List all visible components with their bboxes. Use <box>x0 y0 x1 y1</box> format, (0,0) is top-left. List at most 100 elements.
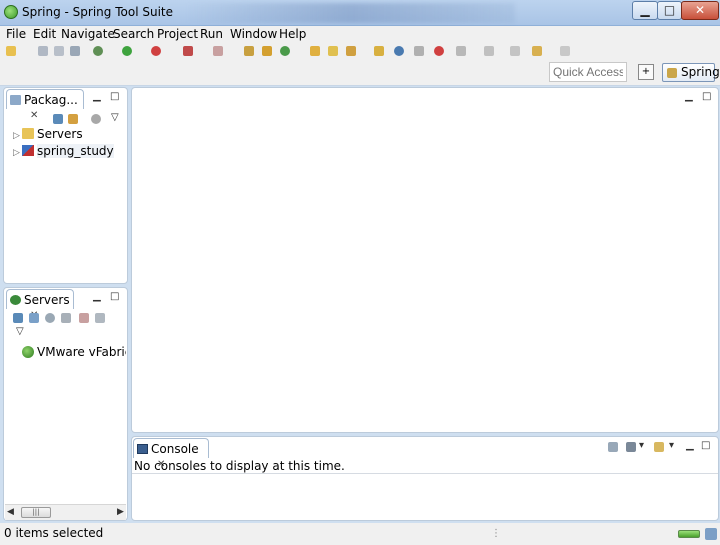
focus-icon[interactable] <box>91 114 101 124</box>
open-task-icon[interactable] <box>374 46 384 56</box>
next-annotation-icon[interactable] <box>456 46 466 56</box>
previous-annotation-icon[interactable] <box>484 46 494 56</box>
folder-icon <box>22 128 34 139</box>
tree-item-servers[interactable]: ▷ Servers <box>13 127 83 141</box>
servers-icon <box>10 295 21 305</box>
menu-bar: File Edit Navigate Search Project Run Wi… <box>0 26 720 44</box>
tab-console[interactable]: Console ✕ <box>133 438 209 470</box>
open-folder-icon[interactable] <box>328 46 338 56</box>
console-message: No consoles to display at this time. <box>134 459 345 473</box>
tab-package-explorer[interactable]: Packag... ✕ <box>6 89 84 121</box>
servers-tab-label: Servers <box>24 293 70 307</box>
menu-help[interactable]: Help <box>279 27 306 41</box>
display-console-icon[interactable] <box>626 442 636 452</box>
start-server-icon[interactable] <box>45 313 55 323</box>
menu-navigate[interactable]: Navigate <box>61 27 115 41</box>
save-all-icon[interactable] <box>54 46 64 56</box>
expand-arrow-icon[interactable]: ▷ <box>13 131 22 141</box>
open-console-icon[interactable] <box>654 442 664 452</box>
dropdown-icon[interactable]: ▾ <box>639 440 644 451</box>
debug-icon[interactable] <box>151 46 161 56</box>
external-tools-icon[interactable] <box>213 46 223 56</box>
vfabric-server-icon <box>22 346 34 358</box>
maximize-view-icon[interactable]: □ <box>110 91 119 102</box>
notification-icon[interactable] <box>705 528 717 540</box>
minimize-view-icon[interactable]: ▁ <box>93 91 101 102</box>
menu-project[interactable]: Project <box>157 27 198 41</box>
last-edit-icon[interactable] <box>510 46 520 56</box>
menu-search[interactable]: Search <box>113 27 154 41</box>
maximize-button[interactable]: □ <box>657 1 682 20</box>
title-bar: Spring - Spring Tool Suite ▁ □ ✕ <box>0 0 720 26</box>
globe-icon[interactable] <box>394 46 404 56</box>
menu-edit[interactable]: Edit <box>33 27 56 41</box>
open-type-icon[interactable] <box>310 46 320 56</box>
new-package-icon[interactable] <box>262 46 272 56</box>
scroll-right-icon[interactable]: ▶ <box>117 507 124 517</box>
link-with-editor-icon[interactable] <box>68 114 78 124</box>
perspective-label: Spring <box>681 65 720 79</box>
maximize-editor-icon[interactable]: □ <box>702 91 711 102</box>
window-title: Spring - Spring Tool Suite <box>22 5 173 19</box>
status-text: 0 items selected <box>4 526 104 540</box>
heap-status-icon[interactable] <box>678 530 700 538</box>
servers-view: Servers ✕ ▁ □ ▽ VMware vFabric tc ◀ ||| … <box>3 287 128 521</box>
close-icon[interactable]: ✕ <box>30 110 38 121</box>
close-button[interactable]: ✕ <box>681 1 719 20</box>
minimize-view-icon[interactable]: ▁ <box>93 291 101 302</box>
minimize-view-icon[interactable]: ▁ <box>686 440 694 451</box>
minimize-button[interactable]: ▁ <box>632 1 658 20</box>
open-perspective-icon[interactable]: + <box>638 64 654 80</box>
view-menu-icon[interactable]: ▽ <box>111 112 119 123</box>
minimize-editor-icon[interactable]: ▁ <box>685 91 693 102</box>
status-grip: ⋮ <box>491 528 501 539</box>
publish-icon[interactable] <box>95 313 105 323</box>
pin-console-icon[interactable] <box>608 442 618 452</box>
run-icon[interactable] <box>122 46 132 56</box>
forward-arrow-icon[interactable] <box>560 46 570 56</box>
collapse-all-icon[interactable] <box>13 313 23 323</box>
expand-arrow-icon[interactable]: ▷ <box>13 148 22 158</box>
web-project-icon <box>22 145 34 156</box>
perspective-spring-button[interactable]: Spring <box>662 63 720 82</box>
new-java-project-icon[interactable] <box>244 46 254 56</box>
scroll-thumb[interactable]: ||| <box>21 507 51 518</box>
settings-gear-icon[interactable] <box>93 46 103 56</box>
menu-run[interactable]: Run <box>200 27 223 41</box>
maximize-view-icon[interactable]: □ <box>701 440 710 451</box>
tree-item-spring-study[interactable]: ▷ spring_study <box>13 144 114 158</box>
back-arrow-icon[interactable] <box>532 46 542 56</box>
menu-file[interactable]: File <box>6 27 26 41</box>
pin-icon[interactable] <box>414 46 424 56</box>
debug-server-icon[interactable] <box>29 313 39 323</box>
view-menu-icon[interactable]: ▽ <box>16 326 24 337</box>
package-explorer-icon <box>10 95 21 105</box>
quick-access-input[interactable] <box>549 62 627 82</box>
new-class-icon[interactable] <box>280 46 290 56</box>
stop-server-icon[interactable] <box>79 313 89 323</box>
print-icon[interactable] <box>70 46 80 56</box>
new-icon[interactable] <box>6 46 16 56</box>
console-icon <box>137 444 148 454</box>
dropdown-icon[interactable]: ▾ <box>669 440 674 451</box>
menu-window[interactable]: Window <box>230 27 277 41</box>
console-divider <box>132 473 718 474</box>
collapse-all-icon[interactable] <box>53 114 63 124</box>
tree-item-label: spring_study <box>37 144 114 158</box>
console-tabbar: Console ✕ ▾ ▾ ▁ □ <box>132 437 718 470</box>
maximize-view-icon[interactable]: □ <box>110 291 119 302</box>
tab-servers[interactable]: Servers ✕ <box>6 289 74 321</box>
console-tab-label: Console <box>151 442 199 456</box>
search-icon[interactable] <box>346 46 356 56</box>
tree-item-label: Servers <box>37 127 83 141</box>
scroll-left-icon[interactable]: ◀ <box>7 507 14 517</box>
server-entry-label: VMware vFabric tc <box>37 345 126 359</box>
save-icon[interactable] <box>38 46 48 56</box>
stop-icon[interactable] <box>183 46 193 56</box>
server-entry[interactable]: VMware vFabric tc <box>22 345 126 359</box>
spring-dashboard-icon[interactable] <box>434 46 444 56</box>
profile-server-icon[interactable] <box>61 313 71 323</box>
status-bar: 0 items selected ⋮ <box>0 523 720 545</box>
horizontal-scrollbar[interactable]: ◀ ||| ▶ <box>5 504 126 520</box>
spring-perspective-icon <box>667 68 677 78</box>
